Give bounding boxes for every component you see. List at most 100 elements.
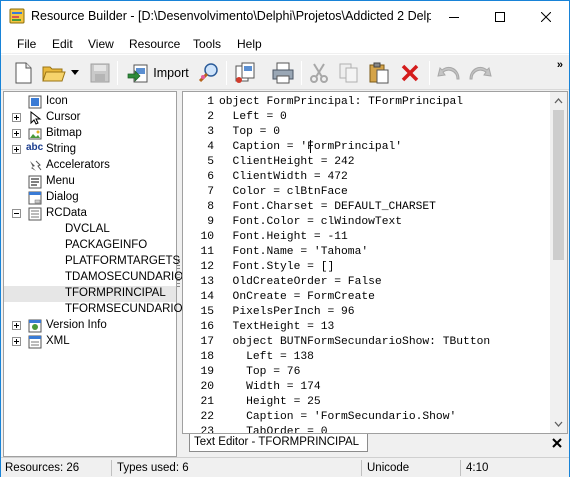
tree-item-cursor[interactable]: Cursor bbox=[4, 110, 176, 126]
scroll-up-icon[interactable] bbox=[550, 92, 567, 109]
line-number: 21 bbox=[200, 396, 214, 408]
minimize-button[interactable] bbox=[431, 1, 477, 32]
vertical-scrollbar[interactable] bbox=[550, 92, 567, 433]
expand-plus-icon[interactable] bbox=[12, 145, 21, 154]
line-text: object FormPrincipal: TFormPrincipal bbox=[219, 96, 464, 108]
dropdown-arrow-icon bbox=[71, 70, 79, 75]
line-number: 12 bbox=[200, 261, 214, 273]
tree-item-xml[interactable]: XML bbox=[4, 334, 176, 350]
close-tab-icon[interactable] bbox=[551, 437, 563, 449]
delete-button[interactable] bbox=[397, 60, 423, 86]
line-text: Height = 25 bbox=[219, 396, 321, 408]
import-icon bbox=[127, 64, 148, 83]
resource-wizard-button[interactable] bbox=[196, 60, 222, 86]
copy-button[interactable] bbox=[336, 60, 362, 86]
code-line: 5 ClientHeight = 242 bbox=[183, 155, 549, 170]
rcdata-icon bbox=[28, 207, 42, 221]
redo-button[interactable] bbox=[466, 60, 494, 86]
tree-item-label: String bbox=[46, 143, 77, 155]
status-bar: Resources: 26 Types used: 6 Unicode 4:10 bbox=[1, 457, 569, 477]
open-dropdown-button[interactable] bbox=[69, 60, 81, 86]
undo-button[interactable] bbox=[435, 60, 463, 86]
export-documents-icon bbox=[235, 62, 255, 83]
cursor-resource-icon bbox=[30, 111, 42, 125]
code-line: 4 Caption = 'FormPrincipal' bbox=[183, 140, 549, 155]
line-number: 10 bbox=[200, 231, 214, 243]
code-line: 12 Font.Style = [] bbox=[183, 260, 549, 275]
scroll-down-icon[interactable] bbox=[550, 416, 567, 433]
paste-button[interactable] bbox=[366, 60, 392, 86]
code-line: 20 Width = 174 bbox=[183, 380, 549, 395]
code-line: 14 OnCreate = FormCreate bbox=[183, 290, 549, 305]
tree-item-label: Dialog bbox=[46, 191, 79, 203]
maximize-button[interactable] bbox=[477, 1, 523, 32]
close-window-button[interactable] bbox=[523, 1, 569, 32]
tree-item-tformsecundario[interactable]: TFORMSECUNDARIO bbox=[4, 302, 183, 318]
line-number: 2 bbox=[207, 111, 214, 123]
code-line: 15 PixelsPerInch = 96 bbox=[183, 305, 549, 320]
line-text: TextHeight = 13 bbox=[219, 321, 335, 333]
resource-tree[interactable]: Icon Cursor Bitmap abc String Accelerators Men… bbox=[3, 91, 183, 457]
status-divider bbox=[361, 460, 362, 476]
tree-item-dialog[interactable]: Dialog bbox=[4, 190, 176, 206]
line-number: 20 bbox=[200, 381, 214, 393]
tree-item-dvclal[interactable]: DVCLAL bbox=[4, 222, 176, 238]
menu-resource[interactable]: Resource bbox=[129, 37, 180, 51]
tree-item-label: DVCLAL bbox=[65, 223, 110, 235]
expand-plus-icon[interactable] bbox=[12, 337, 21, 346]
cut-button[interactable] bbox=[306, 60, 332, 86]
code-line: 6 ClientWidth = 472 bbox=[183, 170, 549, 185]
text-editor[interactable]: 1 object FormPrincipal: TFormPrincipal 2 L… bbox=[182, 91, 568, 434]
tree-item-bitmap[interactable]: Bitmap bbox=[4, 126, 176, 142]
resource-builder-app-icon[interactable] bbox=[9, 8, 25, 24]
menu-view[interactable]: View bbox=[88, 37, 114, 51]
collapse-minus-icon[interactable] bbox=[12, 209, 21, 218]
title-bar: Resource Builder - [D:\Desenvolvimento\D… bbox=[1, 1, 569, 32]
line-number: 17 bbox=[200, 336, 214, 348]
line-text: Font.Color = clWindowText bbox=[219, 216, 403, 228]
tree-item-packageinfo[interactable]: PACKAGEINFO bbox=[4, 238, 176, 254]
save-disk-icon bbox=[90, 63, 110, 83]
status-encoding: Unicode bbox=[367, 462, 410, 474]
tree-item-version-info[interactable]: Version Info bbox=[4, 318, 176, 334]
tree-item-tformprincipal[interactable]: TFORMPRINCIPAL bbox=[4, 286, 176, 302]
line-text: Font.Name = 'Tahoma' bbox=[219, 246, 369, 258]
tab-text-editor[interactable]: Text Editor - TFORMPRINCIPAL bbox=[189, 434, 369, 452]
scissors-icon bbox=[310, 63, 328, 83]
tree-item-rcdata[interactable]: RCData bbox=[4, 206, 176, 222]
tree-item-label: RCData bbox=[46, 207, 87, 219]
tree-item-accelerators[interactable]: Accelerators bbox=[4, 158, 176, 174]
tree-item-icon[interactable]: Icon bbox=[4, 94, 176, 110]
import-button[interactable]: Import bbox=[122, 60, 194, 86]
save-button[interactable] bbox=[87, 60, 113, 86]
status-types-used: Types used: 6 bbox=[117, 462, 189, 474]
tree-item-platformtargets[interactable]: PLATFORMTARGETS bbox=[4, 254, 180, 270]
code-line: 18 Left = 138 bbox=[183, 350, 549, 365]
app-window: Resource Builder - [D:\Desenvolvimento\D… bbox=[0, 0, 570, 477]
dialog-resource-icon bbox=[28, 191, 42, 205]
tree-item-string[interactable]: abc String bbox=[4, 142, 176, 158]
expand-plus-icon[interactable] bbox=[12, 321, 21, 330]
print-button[interactable] bbox=[269, 60, 297, 86]
toolbar-overflow-chevron[interactable]: » bbox=[557, 59, 563, 71]
menu-help[interactable]: Help bbox=[237, 37, 262, 51]
tree-item-tdamosecundario[interactable]: TDAMOSECUNDARIO bbox=[4, 270, 183, 286]
code-line: 21 Height = 25 bbox=[183, 395, 549, 410]
menu-edit[interactable]: Edit bbox=[52, 37, 73, 51]
open-button[interactable] bbox=[41, 60, 67, 86]
line-text: OldCreateOrder = False bbox=[219, 276, 382, 288]
export-button[interactable] bbox=[231, 60, 259, 86]
toolbar-separator bbox=[226, 61, 227, 85]
tree-item-menu[interactable]: Menu bbox=[4, 174, 176, 190]
line-number: 23 bbox=[200, 426, 214, 434]
splitter-grip[interactable] bbox=[177, 259, 180, 287]
tree-item-label: Accelerators bbox=[46, 159, 110, 171]
scrollbar-thumb[interactable] bbox=[553, 110, 564, 260]
menu-file[interactable]: File bbox=[17, 37, 36, 51]
import-label: Import bbox=[153, 66, 189, 80]
new-button[interactable] bbox=[11, 60, 35, 86]
expand-plus-icon[interactable] bbox=[12, 113, 21, 122]
line-text: ClientHeight = 242 bbox=[219, 156, 355, 168]
expand-plus-icon[interactable] bbox=[12, 129, 21, 138]
menu-tools[interactable]: Tools bbox=[193, 37, 221, 51]
